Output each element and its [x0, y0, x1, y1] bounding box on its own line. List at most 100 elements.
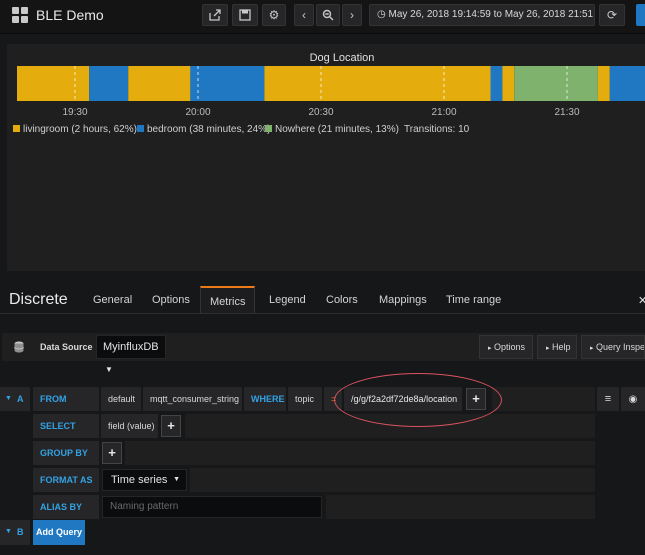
- retention-policy-segment[interactable]: default: [101, 387, 141, 411]
- timeline-segment-livingroom[interactable]: [597, 66, 610, 101]
- query-letter-a: A: [17, 394, 24, 404]
- format-select[interactable]: Time series ▼: [102, 469, 187, 491]
- time-back-button[interactable]: ‹: [294, 4, 314, 26]
- axis-tick: 19:30: [62, 107, 88, 118]
- timeline-segment-livingroom[interactable]: [502, 66, 515, 101]
- top-navbar: BLE Demo ⚙ ‹ › ◷ May 26, 2018 19:14:59 t…: [0, 0, 645, 34]
- help-button[interactable]: ▸ Help: [537, 335, 577, 359]
- axis-tick: 20:00: [185, 107, 211, 118]
- legend-swatch: [13, 125, 20, 132]
- legend-item-bedroom[interactable]: bedroom (38 minutes, 24%): [137, 124, 270, 135]
- clock-icon: ◷: [377, 9, 386, 20]
- legend-label: Nowhere (21 minutes, 13%): [275, 124, 399, 135]
- groupby-keyword: GROUP BY: [33, 441, 99, 465]
- tab-general[interactable]: General: [93, 294, 132, 306]
- caret-down-icon: ▼: [105, 365, 113, 374]
- alias-keyword: ALIAS BY: [33, 495, 99, 519]
- collapse-query-icon: ▼: [5, 528, 12, 535]
- tab-legend[interactable]: Legend: [269, 294, 306, 306]
- highlight-ellipse: [334, 373, 502, 427]
- query-inspector-button[interactable]: ▸ Query Inspector: [581, 335, 645, 359]
- row-filler: [190, 468, 595, 492]
- axis-tick: 20:30: [308, 107, 334, 118]
- where-label: WHERE: [251, 394, 285, 404]
- timeline-segment-bedroom[interactable]: [89, 66, 129, 101]
- tab-mappings[interactable]: Mappings: [379, 294, 427, 306]
- query-menu-button[interactable]: ≡: [597, 387, 619, 411]
- axis-tick: 21:00: [431, 107, 457, 118]
- timeline-segment-livingroom[interactable]: [128, 66, 191, 101]
- select-label: SELECT: [40, 421, 76, 431]
- time-forward-button[interactable]: ›: [342, 4, 362, 26]
- settings-button[interactable]: ⚙: [262, 4, 286, 26]
- format-value: Time series: [111, 474, 168, 486]
- tab-time-range[interactable]: Time range: [446, 294, 501, 306]
- alias-input[interactable]: Naming pattern: [102, 496, 322, 518]
- add-panel-button[interactable]: [636, 4, 645, 26]
- collapse-query-icon[interactable]: ▼: [5, 395, 12, 402]
- datasource-select[interactable]: MyinfluxDB ▼: [96, 335, 166, 374]
- chevron-right-icon: ›: [350, 8, 354, 22]
- format-keyword: FORMAT AS: [33, 468, 99, 492]
- share-icon: [209, 9, 221, 21]
- database-icon: [14, 341, 24, 353]
- add-query-button[interactable]: Add Query: [33, 520, 85, 545]
- groupby-label: GROUP BY: [40, 448, 88, 458]
- timeline-segment-nowhere[interactable]: [514, 66, 598, 101]
- close-editor-icon[interactable]: ✕: [638, 294, 645, 307]
- options-button[interactable]: ▸ Options: [479, 335, 533, 359]
- caret-right-icon: ▸: [546, 345, 550, 352]
- options-label: Options: [494, 342, 526, 352]
- dashboard-title[interactable]: BLE Demo: [36, 7, 104, 23]
- menu-icon: ≡: [604, 393, 612, 405]
- add-select-button[interactable]: +: [161, 415, 181, 437]
- caret-right-icon: ▸: [488, 345, 492, 352]
- legend-label: bedroom (38 minutes, 24%): [147, 124, 271, 135]
- legend-swatch: [137, 125, 144, 132]
- legend-item-nowhere[interactable]: Nowhere (21 minutes, 13%): [265, 124, 399, 135]
- alias-label: ALIAS BY: [40, 502, 83, 512]
- add-groupby-button[interactable]: +: [102, 442, 122, 464]
- eye-icon: ◉: [628, 394, 638, 405]
- datasource-value: MyinfluxDB: [103, 341, 159, 353]
- save-icon: [239, 9, 251, 21]
- from-label: FROM: [40, 394, 67, 404]
- timeline-segment-bedroom[interactable]: [490, 66, 503, 101]
- save-dashboard-button[interactable]: [232, 4, 258, 26]
- select-field-segment[interactable]: field (value): [101, 414, 158, 438]
- timeline-segment-bedroom[interactable]: [190, 66, 265, 101]
- plus-icon: +: [167, 418, 175, 433]
- panel-title[interactable]: Dog Location: [7, 52, 645, 64]
- measurement-segment[interactable]: mqtt_consumer_string: [143, 387, 242, 411]
- transitions-count: Transitions: 10: [404, 124, 470, 135]
- format-label: FORMAT AS: [40, 475, 93, 485]
- from-keyword: FROM: [33, 387, 99, 411]
- panel-type-title: Discrete: [9, 291, 68, 308]
- time-picker-button[interactable]: ◷ May 26, 2018 19:14:59 to May 26, 2018 …: [369, 4, 595, 26]
- where-keyword: WHERE: [244, 387, 286, 411]
- timeline-segment-livingroom[interactable]: [17, 66, 90, 101]
- refresh-button[interactable]: ⟳: [599, 4, 625, 26]
- share-button[interactable]: [202, 4, 228, 26]
- row-filler: [125, 441, 595, 465]
- timeline-segment-livingroom[interactable]: [264, 66, 491, 101]
- tab-metrics[interactable]: Metrics: [200, 286, 256, 313]
- query-letter-b: B: [17, 527, 24, 537]
- time-range-text: May 26, 2018 19:14:59 to May 26, 2018 21…: [388, 9, 595, 20]
- chevron-left-icon: ‹: [302, 8, 306, 22]
- legend-swatch: [265, 125, 272, 132]
- tab-colors[interactable]: Colors: [326, 294, 358, 306]
- refresh-icon: ⟳: [606, 8, 618, 22]
- legend-item-livingroom[interactable]: livingroom (2 hours, 62%): [13, 124, 137, 135]
- toggle-query-button[interactable]: ◉: [621, 387, 645, 411]
- where-key-segment[interactable]: topic: [288, 387, 322, 411]
- row-filler: [492, 387, 595, 411]
- grafana-menu-icon[interactable]: [12, 7, 28, 23]
- timeline-segment-bedroom[interactable]: [609, 66, 645, 101]
- tab-options[interactable]: Options: [152, 294, 190, 306]
- plus-icon: +: [108, 445, 116, 460]
- select-keyword: SELECT: [33, 414, 99, 438]
- zoom-out-button[interactable]: [316, 4, 340, 26]
- discrete-timeline: [17, 66, 645, 101]
- datasource-label: Data Source: [40, 342, 93, 352]
